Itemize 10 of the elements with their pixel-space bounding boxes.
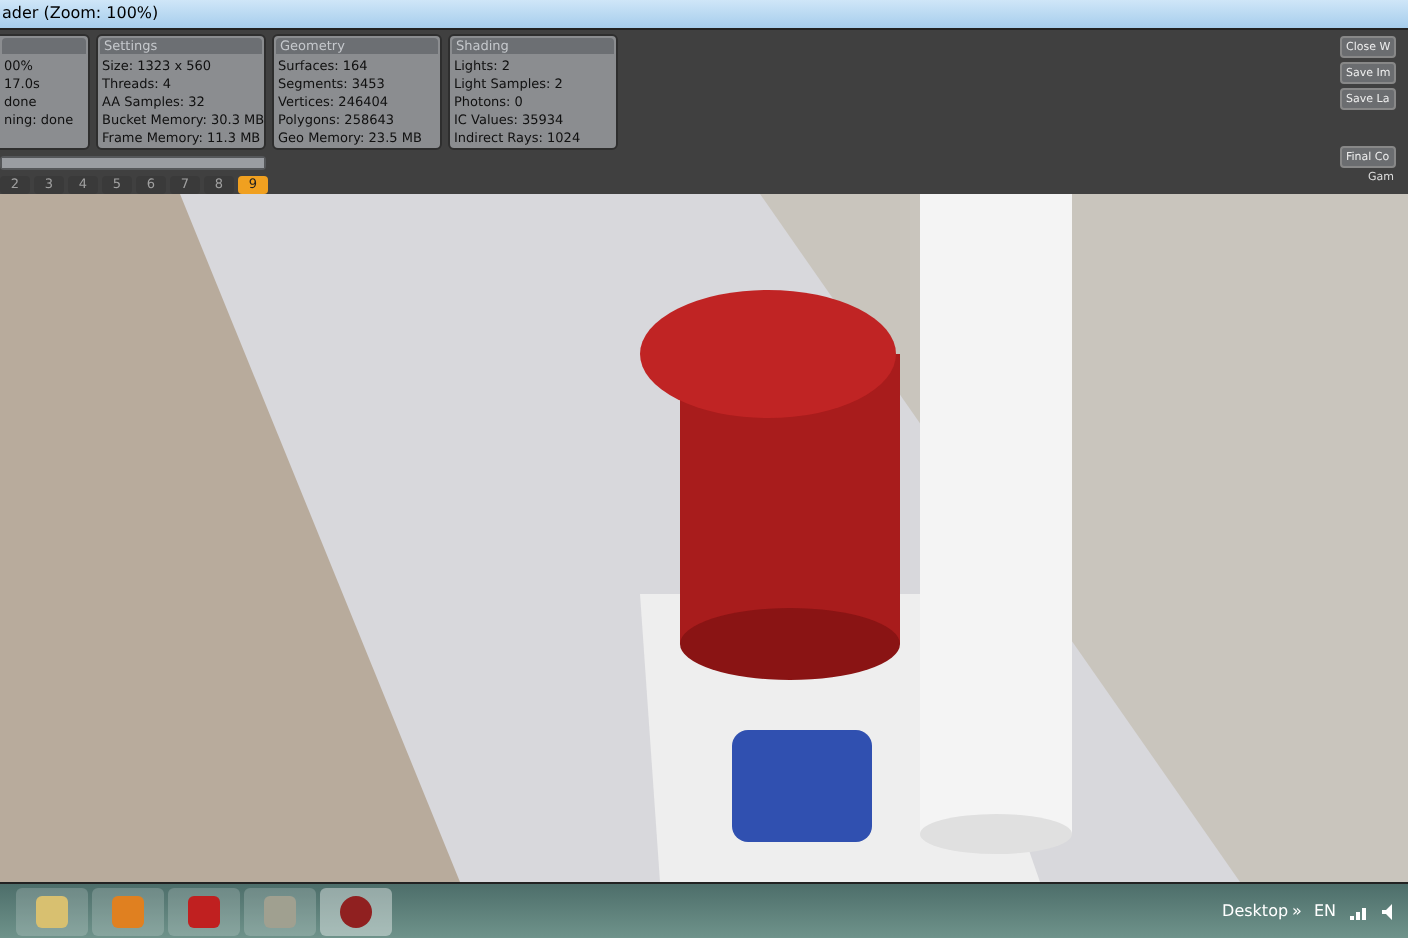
desktop-toolbar-label[interactable]: Desktop	[1222, 902, 1289, 921]
app-icon[interactable]	[244, 887, 316, 936]
app-icon[interactable]	[92, 887, 164, 936]
toolbar-chevron[interactable]: »	[1292, 901, 1302, 920]
app-icon[interactable]	[320, 887, 392, 936]
window-title: ader (Zoom: 100%)	[0, 4, 159, 23]
panel-header	[2, 37, 86, 54]
language-indicator[interactable]: EN	[1313, 902, 1336, 921]
app-icon[interactable]	[168, 887, 240, 936]
app-icon[interactable]	[16, 887, 88, 936]
